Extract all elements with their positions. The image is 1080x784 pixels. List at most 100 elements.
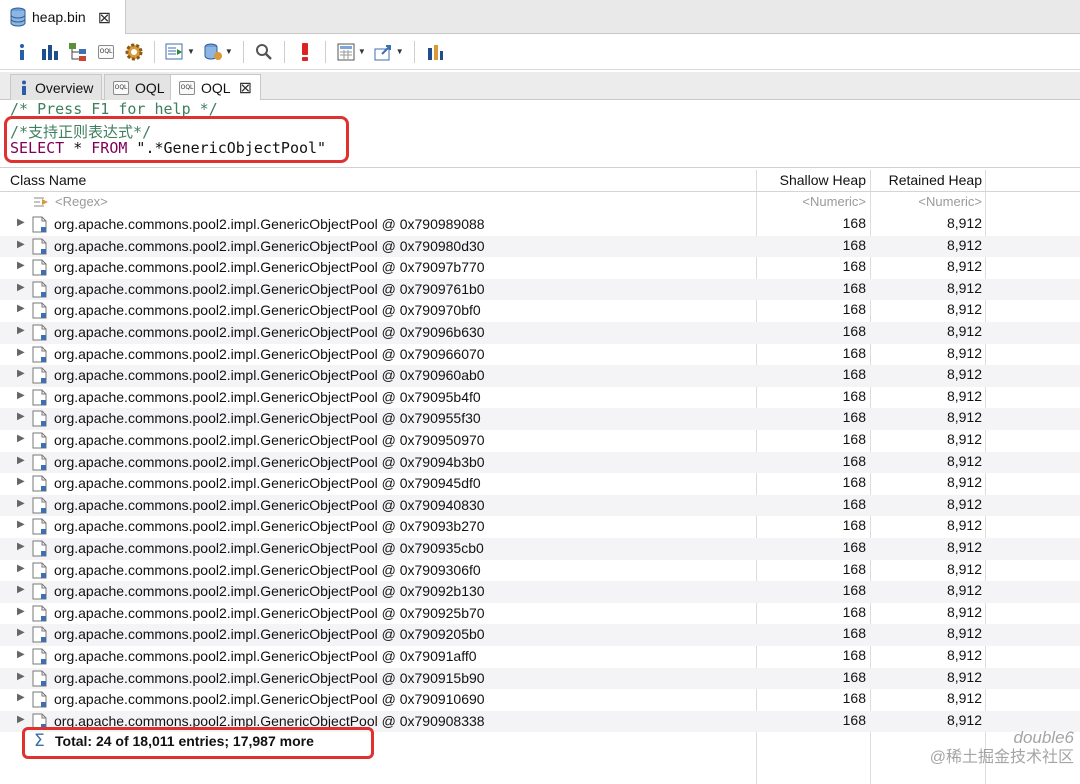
- expand-arrow-icon[interactable]: ▶: [17, 217, 25, 228]
- expand-arrow-icon[interactable]: ▶: [17, 692, 25, 703]
- shallow-heap-cell: 168: [842, 495, 866, 512]
- expand-arrow-icon[interactable]: ▶: [17, 239, 25, 250]
- tab-oql-2[interactable]: OQL OQL ⊠: [170, 74, 261, 100]
- class-name-cell: org.apache.commons.pool2.impl.GenericObj…: [54, 518, 485, 535]
- shallow-heap-cell: 168: [842, 603, 866, 620]
- chevron-down-icon[interactable]: ▼: [358, 47, 366, 56]
- tab-oql-1[interactable]: OQL OQL: [104, 74, 174, 100]
- class-name-filter-input[interactable]: <Regex>: [55, 194, 108, 209]
- expand-arrow-icon[interactable]: ▶: [17, 671, 25, 682]
- table-row[interactable]: ▶ org.apache.commons.pool2.impl.GenericOb…: [0, 257, 1080, 279]
- class-name-cell: org.apache.commons.pool2.impl.GenericObj…: [54, 475, 481, 492]
- expand-arrow-icon[interactable]: ▶: [17, 411, 25, 422]
- expand-arrow-icon[interactable]: ▶: [17, 584, 25, 595]
- expand-arrow-icon[interactable]: ▶: [17, 347, 25, 358]
- expand-arrow-icon[interactable]: ▶: [17, 649, 25, 660]
- chevron-down-icon[interactable]: ▼: [396, 47, 404, 56]
- pin-icon: [427, 44, 443, 60]
- table-row[interactable]: ▶ org.apache.commons.pool2.impl.GenericOb…: [0, 646, 1080, 668]
- dominator-tree-button[interactable]: [66, 40, 90, 64]
- table-row[interactable]: ▶ org.apache.commons.pool2.impl.GenericOb…: [0, 408, 1080, 430]
- calculate-retained-button[interactable]: [334, 40, 358, 64]
- shallow-heap-cell: 168: [842, 625, 866, 642]
- shallow-heap-cell: 168: [842, 409, 866, 426]
- find-leaks-button[interactable]: [293, 40, 317, 64]
- table-row[interactable]: ▶ org.apache.commons.pool2.impl.GenericOb…: [0, 689, 1080, 711]
- expand-arrow-icon[interactable]: ▶: [17, 368, 25, 379]
- shallow-heap-filter-input[interactable]: <Numeric>: [802, 194, 866, 209]
- table-row[interactable]: ▶ org.apache.commons.pool2.impl.GenericOb…: [0, 538, 1080, 560]
- table-row[interactable]: ▶ org.apache.commons.pool2.impl.GenericOb…: [0, 322, 1080, 344]
- class-name-cell: org.apache.commons.pool2.impl.GenericObj…: [54, 626, 485, 643]
- table-row[interactable]: ▶ org.apache.commons.pool2.impl.GenericOb…: [0, 430, 1080, 452]
- query-browser-button[interactable]: [201, 40, 225, 64]
- expand-arrow-icon[interactable]: ▶: [17, 627, 25, 638]
- expand-arrow-icon[interactable]: ▶: [17, 325, 25, 336]
- oql-button[interactable]: OQL: [94, 40, 118, 64]
- object-icon: [32, 691, 47, 708]
- table-row[interactable]: ▶ org.apache.commons.pool2.impl.GenericOb…: [0, 344, 1080, 366]
- table-row[interactable]: ▶ org.apache.commons.pool2.impl.GenericOb…: [0, 624, 1080, 646]
- column-header-class-name[interactable]: Class Name: [10, 170, 86, 192]
- heap-dump-overview-button[interactable]: [122, 40, 146, 64]
- expand-arrow-icon[interactable]: ▶: [17, 563, 25, 574]
- expand-arrow-icon[interactable]: ▶: [17, 260, 25, 271]
- object-icon: [32, 605, 47, 622]
- expand-arrow-icon[interactable]: ▶: [17, 455, 25, 466]
- table-row[interactable]: ▶ org.apache.commons.pool2.impl.GenericOb…: [0, 235, 1080, 258]
- toolbar-separator: [242, 40, 244, 63]
- shallow-heap-cell: 168: [842, 279, 866, 296]
- expand-arrow-icon[interactable]: ▶: [17, 606, 25, 617]
- pin-button[interactable]: [423, 40, 447, 64]
- object-icon: [32, 583, 47, 600]
- table-row[interactable]: ▶ org.apache.commons.pool2.impl.GenericOb…: [0, 214, 1080, 236]
- info-button[interactable]: [10, 40, 34, 64]
- table-row[interactable]: ▶ org.apache.commons.pool2.impl.GenericOb…: [0, 387, 1080, 409]
- run-report-button[interactable]: [163, 40, 187, 64]
- table-row[interactable]: ▶ org.apache.commons.pool2.impl.GenericOb…: [0, 278, 1080, 301]
- toolbar-separator: [413, 40, 415, 63]
- close-tab-icon[interactable]: ⊠: [98, 8, 111, 27]
- close-tab-icon[interactable]: ⊠: [239, 78, 252, 97]
- table-row[interactable]: ▶ org.apache.commons.pool2.impl.GenericOb…: [0, 667, 1080, 690]
- shallow-heap-cell: 168: [842, 258, 866, 275]
- object-icon: [32, 432, 47, 449]
- expand-arrow-icon[interactable]: ▶: [17, 433, 25, 444]
- histogram-button[interactable]: [38, 40, 62, 64]
- class-name-cell: org.apache.commons.pool2.impl.GenericObj…: [54, 540, 484, 556]
- table-row[interactable]: ▶ org.apache.commons.pool2.impl.GenericOb…: [0, 516, 1080, 538]
- retained-heap-cell: 8,912: [946, 474, 982, 491]
- object-icon: [32, 626, 47, 643]
- table-row[interactable]: ▶ org.apache.commons.pool2.impl.GenericOb…: [0, 473, 1080, 495]
- chevron-down-icon[interactable]: ▼: [187, 47, 195, 56]
- expand-arrow-icon[interactable]: ▶: [17, 519, 25, 530]
- table-row[interactable]: ▶ org.apache.commons.pool2.impl.GenericOb…: [0, 365, 1080, 387]
- table-row[interactable]: ▶ org.apache.commons.pool2.impl.GenericOb…: [0, 494, 1080, 517]
- shallow-heap-cell: 168: [842, 387, 866, 404]
- expand-arrow-icon[interactable]: ▶: [17, 714, 25, 725]
- column-header-retained-heap[interactable]: Retained Heap: [889, 170, 982, 192]
- column-header-shallow-heap[interactable]: Shallow Heap: [780, 170, 866, 192]
- expand-arrow-icon[interactable]: ▶: [17, 390, 25, 401]
- retained-heap-cell: 8,912: [946, 301, 982, 318]
- retained-heap-filter-input[interactable]: <Numeric>: [918, 194, 982, 209]
- expand-arrow-icon[interactable]: ▶: [17, 282, 25, 293]
- table-row[interactable]: ▶ org.apache.commons.pool2.impl.GenericOb…: [0, 581, 1080, 603]
- table-row[interactable]: ▶ org.apache.commons.pool2.impl.GenericOb…: [0, 560, 1080, 582]
- expand-arrow-icon[interactable]: ▶: [17, 541, 25, 552]
- tab-overview[interactable]: Overview: [10, 74, 103, 100]
- export-button[interactable]: [372, 40, 396, 64]
- expand-arrow-icon[interactable]: ▶: [17, 476, 25, 487]
- search-button[interactable]: [252, 40, 276, 64]
- class-name-cell: org.apache.commons.pool2.impl.GenericObj…: [54, 280, 485, 297]
- chevron-down-icon[interactable]: ▼: [225, 47, 233, 56]
- regex-filter-icon: [34, 197, 48, 207]
- table-row[interactable]: ▶ org.apache.commons.pool2.impl.GenericOb…: [0, 451, 1080, 474]
- toolbar-separator: [154, 40, 155, 63]
- table-row[interactable]: ▶ org.apache.commons.pool2.impl.GenericOb…: [0, 603, 1080, 625]
- expand-arrow-icon[interactable]: ▶: [17, 303, 25, 314]
- expand-arrow-icon[interactable]: ▶: [17, 498, 25, 509]
- table-row[interactable]: ▶ org.apache.commons.pool2.impl.GenericOb…: [0, 300, 1080, 322]
- file-tab-heap-bin[interactable]: heap.bin ⊠: [0, 0, 126, 34]
- shallow-heap-cell: 168: [842, 474, 866, 491]
